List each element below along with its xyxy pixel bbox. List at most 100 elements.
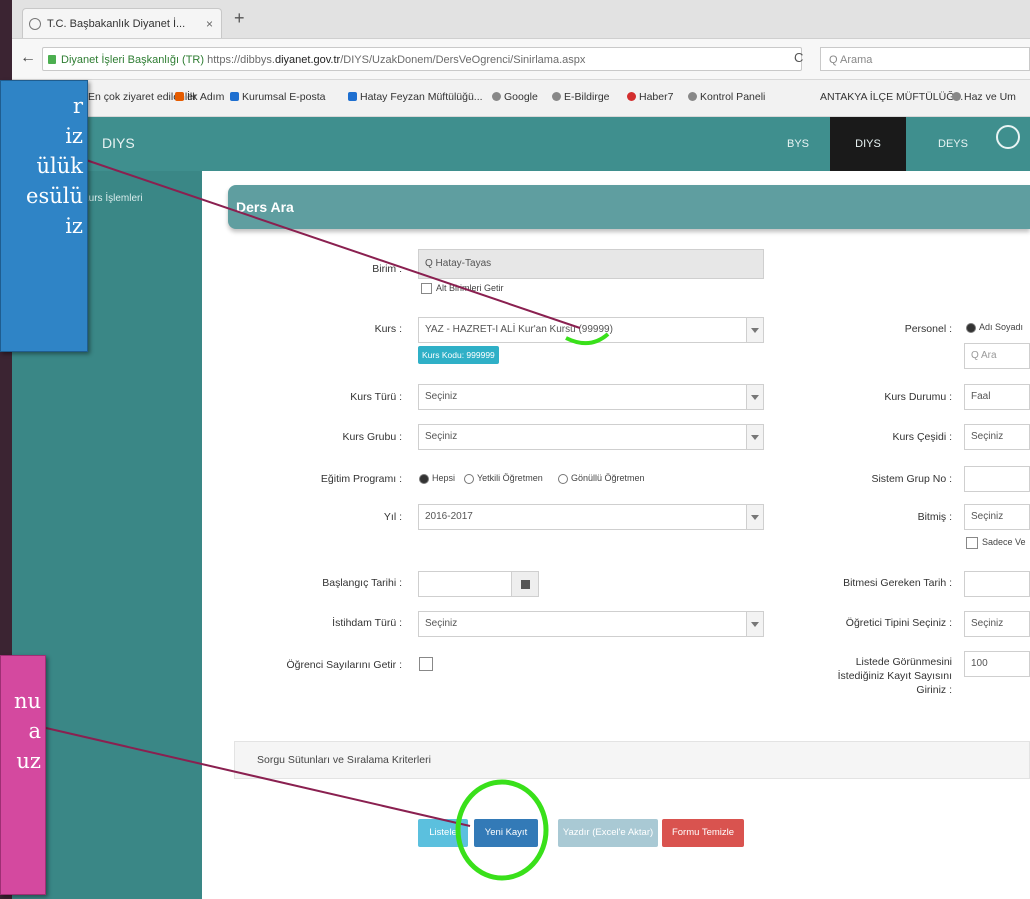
egitim-option-label: Hepsi: [432, 473, 456, 483]
bookmark-item[interactable]: Kontrol Paneli: [688, 91, 765, 103]
listede-label: Listede Görünmesini İstediğiniz Kayıt Say…: [837, 656, 952, 696]
panel-header: Ders Ara: [228, 185, 1030, 229]
reload-icon[interactable]: C: [794, 50, 803, 65]
egitim-option-label: Gönüllü Öğretmen: [571, 473, 645, 483]
personel-label: Personel :: [904, 323, 952, 335]
ogretici-tipi-select[interactable]: Seçiniz: [964, 611, 1030, 637]
url-prefix: https://dibbys.: [207, 54, 275, 66]
baslangic-tarihi-label: Başlangıç Tarihi :: [322, 577, 402, 589]
sorgu-kriterleri-toggle[interactable]: Sorgu Sütunları ve Sıralama Kriterleri: [234, 741, 1030, 779]
egitim-radio-gonullu[interactable]: [558, 474, 568, 484]
yil-select[interactable]: 2016-2017: [418, 504, 764, 530]
birim-label: Birim :: [372, 263, 402, 275]
bookmark-icon: [175, 92, 184, 101]
sidebar-item-kurs-islemleri[interactable]: Kurs İşlemleri: [82, 193, 143, 204]
tab-bar: T.C. Başbakanlık Diyanet İ... × +: [12, 0, 1030, 39]
kurs-durumu-label: Kurs Durumu :: [884, 391, 952, 403]
navigation-bar: ← Diyanet İşleri Başkanlığı (TR) https:/…: [12, 39, 1030, 80]
alt-birim-label: Alt Birimleri Getir: [436, 283, 504, 293]
personel-search-input[interactable]: Q Ara: [964, 343, 1030, 369]
bookmark-icon: [552, 92, 561, 101]
istihdam-turu-select[interactable]: Seçiniz: [418, 611, 764, 637]
sadece-label: Sadece Ve: [982, 537, 1026, 547]
kurs-select[interactable]: YAZ - HAZRET-I ALİ Kur'an Kursu (99999): [418, 317, 764, 343]
kurs-cesidi-select[interactable]: Seçiniz: [964, 424, 1030, 450]
sistem-grup-no-input[interactable]: [964, 466, 1030, 492]
tab-close-icon[interactable]: ×: [206, 9, 213, 38]
site-identity: Diyanet İşleri Başkanlığı (TR): [61, 54, 205, 66]
kayit-sayisi-input[interactable]: 100: [964, 651, 1030, 677]
bookmark-item[interactable]: Google: [492, 91, 538, 103]
listele-button[interactable]: Listele: [418, 819, 468, 847]
bitmesi-gereken-tarih-input[interactable]: [964, 571, 1030, 597]
chevron-down-icon: [746, 318, 763, 342]
bookmark-item[interactable]: Hatay Feyzan Müftülüğü...: [348, 91, 483, 103]
chevron-down-icon: [746, 425, 763, 449]
formu-temizle-button[interactable]: Formu Temizle: [662, 819, 744, 847]
tab-title: T.C. Başbakanlık Diyanet İ...: [47, 18, 186, 30]
nav-deys[interactable]: DEYS: [918, 117, 988, 171]
chevron-down-icon: [746, 385, 763, 409]
bitmis-select[interactable]: Seçiniz: [964, 504, 1030, 530]
nav-diys[interactable]: DIYS: [830, 117, 906, 171]
browser-window: T.C. Başbakanlık Diyanet İ... × + ← Diya…: [12, 0, 1030, 899]
sadece-checkbox[interactable]: [966, 537, 978, 549]
kurs-turu-select[interactable]: Seçiniz: [418, 384, 764, 410]
bookmark-icon: [952, 92, 961, 101]
yil-label: Yıl :: [383, 511, 402, 523]
bookmark-icon: [230, 92, 239, 101]
page-title: Ders Ara: [236, 199, 294, 215]
birim-select[interactable]: Q Hatay-Tayas: [418, 249, 764, 279]
callout-blue: r iz ülük esülü iz: [0, 80, 88, 352]
address-bar[interactable]: Diyanet İşleri Başkanlığı (TR) https://d…: [42, 47, 802, 71]
personel-radio[interactable]: [966, 323, 976, 333]
user-icon[interactable]: [996, 125, 1020, 149]
lock-icon: [48, 55, 56, 64]
app-header: DIYS BYS DIYS DEYS: [12, 117, 1030, 171]
egitim-radio-yetkili[interactable]: [464, 474, 474, 484]
bookmark-item[interactable]: Haz ve Um: [952, 91, 1016, 103]
kurs-cesidi-label: Kurs Çeşidi :: [892, 431, 952, 443]
bookmark-item[interactable]: Haber7: [627, 91, 673, 103]
baslangic-tarihi-input[interactable]: [418, 571, 512, 597]
new-tab-button[interactable]: +: [234, 8, 245, 29]
callout-pink: nu a uz: [0, 655, 46, 895]
url-domain: diyanet.gov.tr: [274, 54, 341, 66]
browser-tab[interactable]: T.C. Başbakanlık Diyanet İ... ×: [22, 8, 222, 38]
globe-icon: [29, 18, 41, 30]
yeni-kayit-button[interactable]: Yeni Kayıt: [474, 819, 538, 847]
kurs-durumu-select[interactable]: Faal: [964, 384, 1030, 410]
bookmark-icon: [492, 92, 501, 101]
kurs-code-badge: Kurs Kodu: 999999: [418, 346, 499, 364]
url-path: /DIYS/UzakDonem/DersVeOgrenci/Sinirlama.…: [340, 54, 586, 66]
bookmark-icon: [688, 92, 697, 101]
bookmark-item[interactable]: ANTAKYA İLÇE MÜFTÜLÜĞ...: [820, 91, 963, 103]
ogrenci-sayisi-checkbox[interactable]: [419, 657, 433, 671]
chevron-down-icon: [746, 505, 763, 529]
bookmarks-bar: En çok ziyaret edilenler İlk Adım Kurums…: [12, 80, 1030, 117]
kurs-grubu-label: Kurs Grubu :: [342, 431, 402, 443]
egitim-option-label: Yetkili Öğretmen: [477, 473, 543, 483]
egitim-radio-hepsi[interactable]: [419, 474, 429, 484]
calendar-icon[interactable]: [511, 571, 539, 597]
yazdir-button[interactable]: Yazdır (Excel'e Aktar): [558, 819, 658, 847]
kurs-grubu-select[interactable]: Seçiniz: [418, 424, 764, 450]
sistem-grup-no-label: Sistem Grup No :: [871, 473, 952, 485]
browser-search-input[interactable]: Q Arama: [820, 47, 1030, 71]
bookmark-item[interactable]: İlk Adım: [175, 91, 224, 103]
bookmark-item[interactable]: Kurumsal E-posta: [230, 91, 325, 103]
bitmis-label: Bitmiş :: [917, 511, 952, 523]
nav-bys[interactable]: BYS: [768, 117, 828, 171]
app-brand[interactable]: DIYS: [102, 135, 135, 151]
chevron-down-icon: [746, 612, 763, 636]
kurs-label: Kurs :: [374, 323, 402, 335]
alt-birim-checkbox[interactable]: [421, 283, 432, 294]
ogretici-tipi-label: Öğretici Tipini Seçiniz :: [845, 617, 952, 629]
bookmark-icon: [348, 92, 357, 101]
bookmark-item[interactable]: E-Bildirge: [552, 91, 610, 103]
bookmark-icon: [627, 92, 636, 101]
personel-option-label: Adı Soyadı: [979, 322, 1024, 332]
ogrenci-sayisi-label: Öğrenci Sayılarını Getir :: [286, 659, 402, 671]
istihdam-turu-label: İstihdam Türü :: [332, 617, 402, 629]
back-arrow-icon[interactable]: ←: [20, 49, 36, 67]
